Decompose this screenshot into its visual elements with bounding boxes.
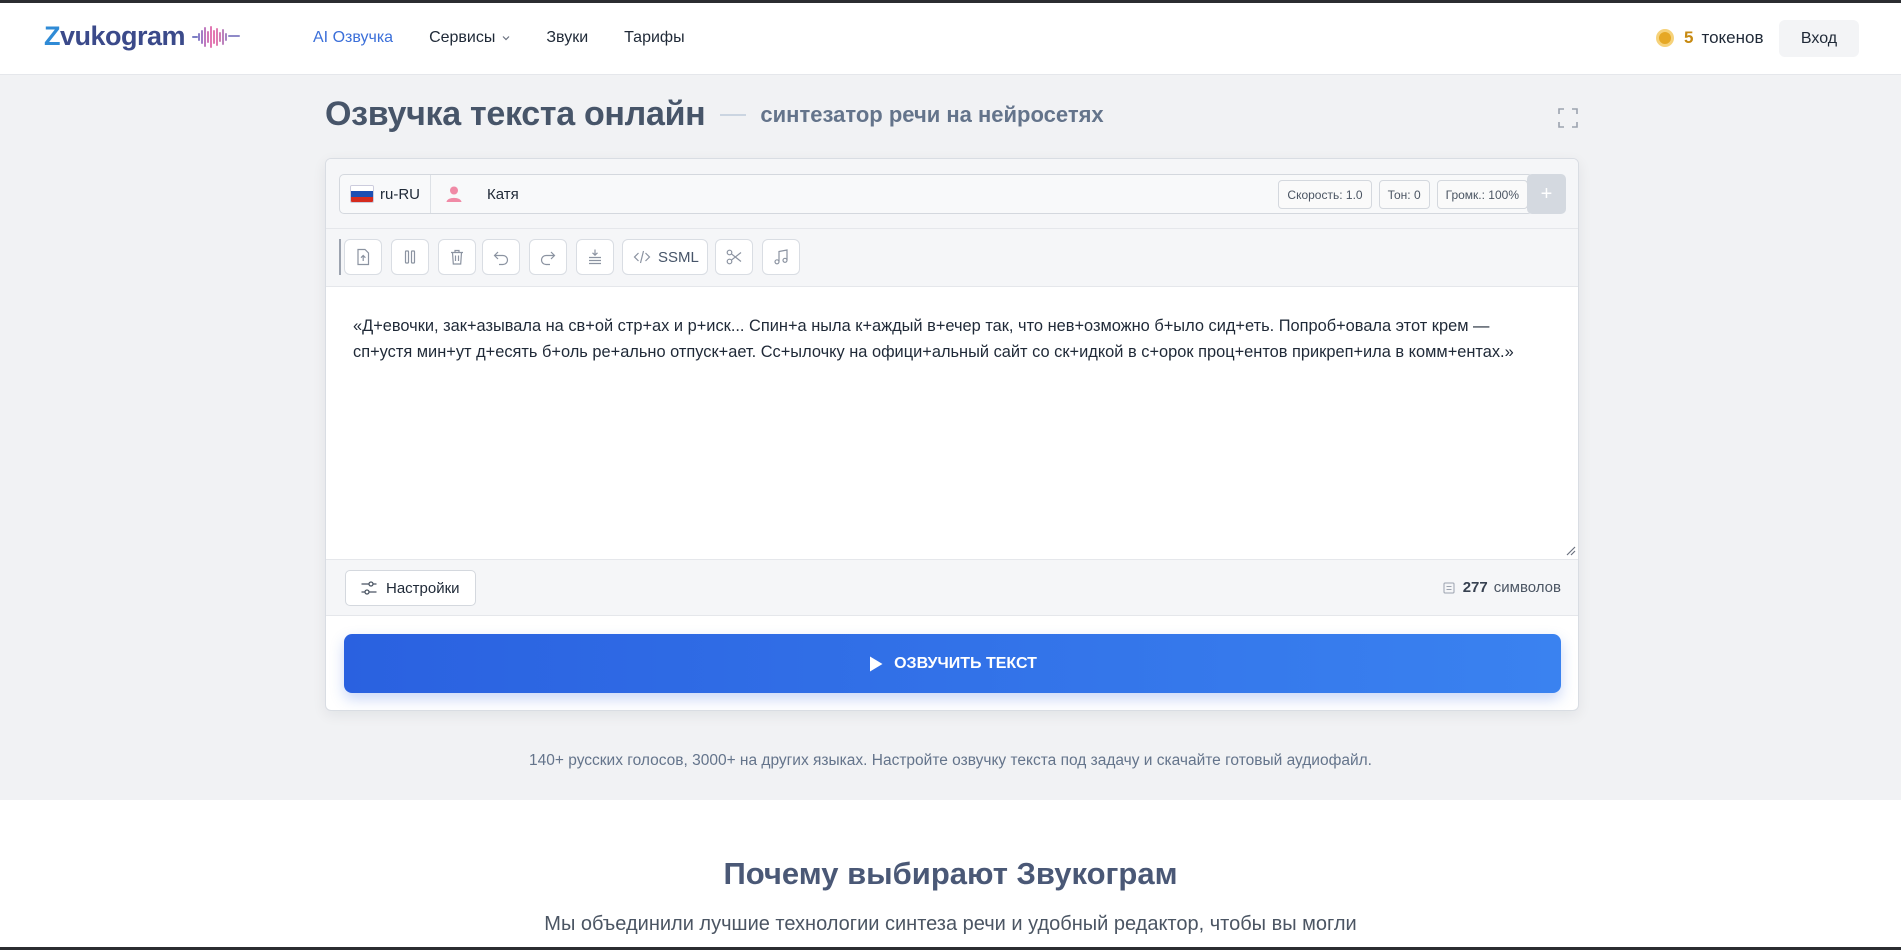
voice-name: Катя (487, 185, 519, 203)
sliders-icon (361, 581, 377, 595)
trash-icon (451, 249, 463, 265)
redo-icon (540, 251, 556, 266)
scissors-icon (726, 249, 742, 265)
page-title-row: Озвучка текста онлайн синтезатор речи на… (325, 95, 1104, 134)
character-count: 277 (1462, 579, 1488, 596)
why-title: Почему выбирают Звукограм (723, 856, 1178, 891)
logo[interactable]: Zvukogram (44, 21, 241, 52)
undo-button[interactable] (482, 239, 520, 275)
volume-chip[interactable]: Громк.: 100% (1436, 180, 1528, 209)
voice-bar-zone: ru-RU Катя Скорость: 1.0 Тон: 0 Громк.: … (326, 159, 1578, 229)
nav-services[interactable]: Сервисы (429, 29, 510, 47)
logo-text: Zvukogram (44, 21, 186, 51)
character-counter: 277 символов (1443, 579, 1561, 596)
fullscreen-icon[interactable] (1557, 107, 1579, 129)
tts-editor: ru-RU Катя Скорость: 1.0 Тон: 0 Громк.: … (325, 158, 1579, 711)
chevron-down-icon (502, 36, 510, 41)
pause-insert-button[interactable] (576, 239, 614, 275)
speak-label: ОЗВУЧИТЬ ТЕКСТ (894, 654, 1037, 672)
person-icon (446, 186, 462, 202)
nav-ai-voice[interactable]: AI Озвучка (313, 29, 393, 47)
code-icon (633, 250, 651, 264)
why-subtitle: Мы объединили лучшие технологии синтеза … (544, 913, 1357, 935)
speed-chip[interactable]: Скорость: 1.0 (1278, 180, 1372, 209)
file-upload-icon (357, 248, 370, 266)
token-balance[interactable]: 5 токенов (1656, 28, 1763, 48)
nav-pricing[interactable]: Тарифы (624, 29, 684, 47)
ssml-label: SSML (658, 248, 699, 266)
settings-bar: Настройки 277 символов (326, 559, 1578, 616)
russia-flag-icon (350, 185, 374, 203)
speak-text-button[interactable]: ОЗВУЧИТЬ ТЕКСТ (344, 634, 1561, 693)
coin-icon (1656, 29, 1674, 47)
pause-button[interactable] (391, 239, 429, 275)
why-section: Почему выбирают Звукограм Мы объединили … (0, 800, 1901, 950)
tagline: 140+ русских голосов, 3000+ на других яз… (529, 752, 1372, 769)
align-arrow-icon (589, 249, 601, 265)
character-label: символов (1493, 579, 1561, 596)
play-icon (870, 656, 883, 671)
music-note-icon (774, 249, 788, 265)
top-header: Zvukogram AI Озвучка Сервисы Звуки Тариф… (0, 3, 1901, 75)
redo-button[interactable] (529, 239, 567, 275)
editor-toolbar: SSML (326, 229, 1578, 287)
settings-button[interactable]: Настройки (345, 570, 476, 606)
language-selector[interactable]: ru-RU (340, 175, 431, 213)
voice-selector[interactable]: ru-RU Катя Скорость: 1.0 Тон: 0 Громк.: … (339, 174, 1533, 214)
undo-icon (493, 251, 509, 266)
document-icon (1443, 582, 1455, 593)
page-subtitle: синтезатор речи на нейросетях (760, 101, 1104, 127)
title-divider (720, 113, 747, 116)
nav-sounds[interactable]: Звуки (546, 29, 588, 47)
sound-wave-icon (192, 25, 241, 48)
token-count: 5 (1684, 28, 1694, 47)
music-button[interactable] (762, 239, 800, 275)
tone-chip[interactable]: Тон: 0 (1378, 180, 1430, 209)
settings-label: Настройки (386, 579, 460, 597)
clear-button[interactable] (438, 239, 476, 275)
page-title: Озвучка текста онлайн (325, 95, 706, 133)
main-nav: AI Озвучка Сервисы Звуки Тарифы (313, 29, 721, 47)
upload-file-button[interactable] (344, 239, 382, 275)
pause-icon (404, 250, 416, 264)
voice-params: Скорость: 1.0 Тон: 0 Громк.: 100% (1278, 180, 1528, 209)
text-input[interactable]: «Д+евочки, зак+азывала на св+ой стр+ах и… (326, 287, 1578, 559)
token-label: токенов (1701, 28, 1764, 47)
language-code: ru-RU (380, 185, 420, 203)
ssml-button[interactable]: SSML (622, 239, 708, 275)
add-voice-button[interactable]: + (1527, 174, 1566, 214)
login-button[interactable]: Вход (1779, 20, 1859, 57)
toolbar-divider (339, 239, 341, 275)
cut-button[interactable] (715, 239, 753, 275)
resize-handle-icon[interactable] (1564, 544, 1576, 556)
